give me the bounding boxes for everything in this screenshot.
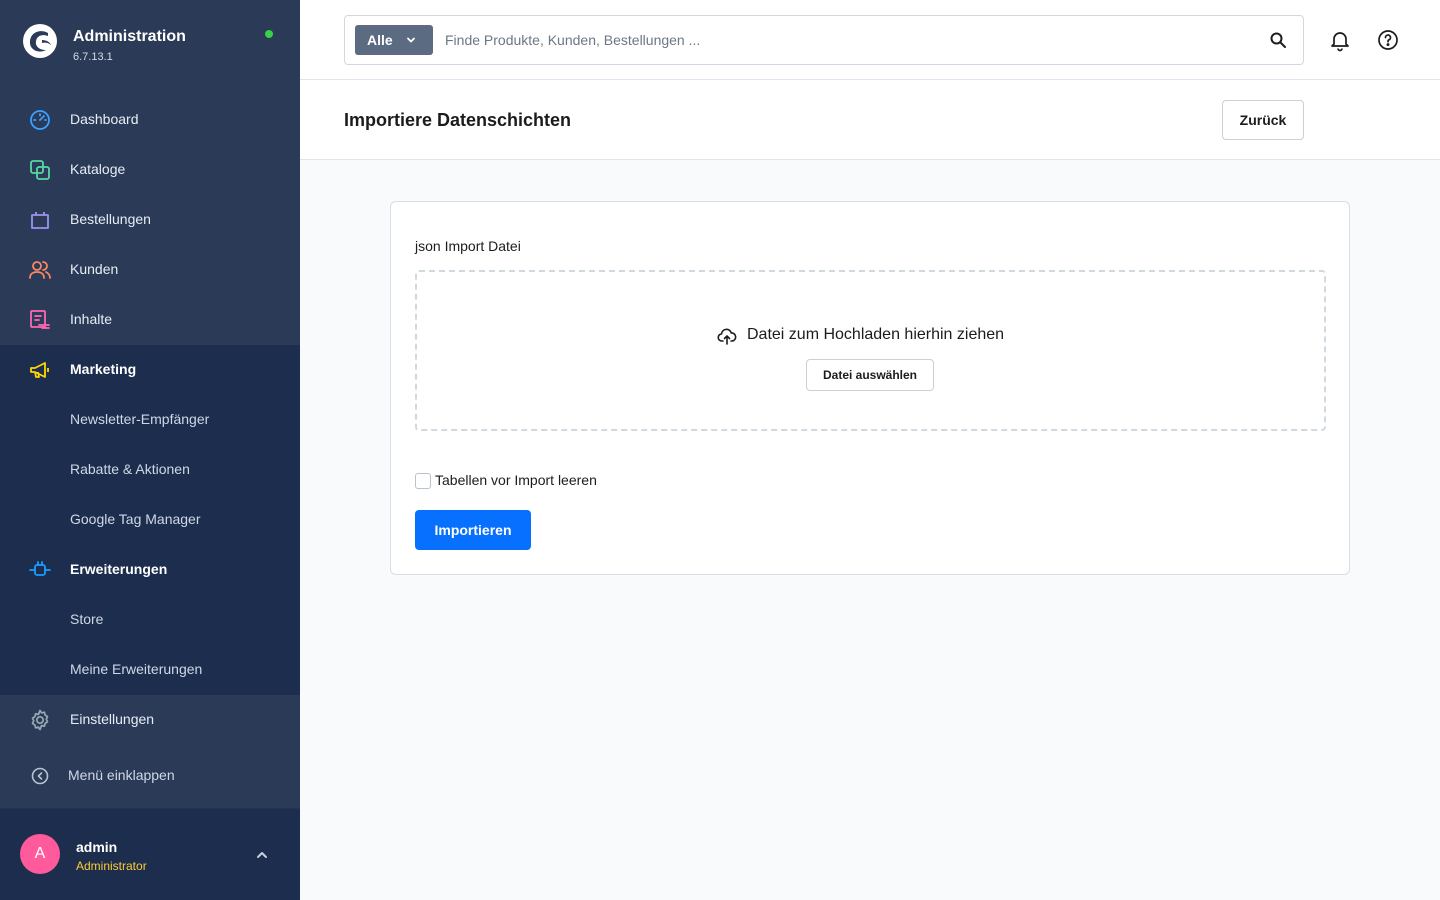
sidebar-item-content[interactable]: Inhalte <box>0 295 300 345</box>
import-card: json Import Datei Datei zum Hochladen hi… <box>390 201 1350 575</box>
content-icon <box>30 310 50 329</box>
page-title: Importiere Datenschichten <box>344 110 572 130</box>
sidebar-item-label: Marketing <box>70 361 137 377</box>
catalog-icon <box>30 160 50 180</box>
chevron-left-circle-icon <box>31 767 49 785</box>
search-icon[interactable] <box>1269 31 1287 49</box>
search-input[interactable] <box>445 28 1245 52</box>
sidebar-subitem-store[interactable]: Store <box>0 595 300 645</box>
sidebar-item-settings[interactable]: Einstellungen <box>0 695 300 745</box>
sidebar-item-catalogs[interactable]: Kataloge <box>0 145 300 195</box>
truncate-tables-label[interactable]: Tabellen vor Import leeren <box>435 472 597 488</box>
gear-icon <box>31 709 49 731</box>
dropzone-text: Datei zum Hochladen hierhin ziehen <box>747 326 1005 343</box>
sidebar: Administration 6.7.13.1 Dashboard Katalo… <box>0 0 300 900</box>
sidebar-item-dashboard[interactable]: Dashboard <box>0 95 300 145</box>
cloud-upload-icon <box>717 328 737 345</box>
sidebar-item-label: Store <box>70 611 104 627</box>
help-icon[interactable] <box>1376 28 1400 52</box>
user-menu[interactable]: A admin Administrator <box>0 809 300 900</box>
page-header: Importiere Datenschichten Zurück <box>300 80 1440 160</box>
sidebar-item-label: Rabatte & Aktionen <box>70 461 190 477</box>
app-version: 6.7.13.1 <box>73 51 113 63</box>
sidebar-subitem-my-extensions[interactable]: Meine Erweiterungen <box>0 645 300 695</box>
back-button[interactable]: Zurück <box>1222 100 1304 140</box>
sidebar-item-extensions[interactable]: Erweiterungen <box>0 545 300 595</box>
user-name: admin <box>76 839 118 855</box>
user-role: Administrator <box>76 859 147 873</box>
file-field-label: json Import Datei <box>415 238 521 254</box>
choose-file-button[interactable]: Datei auswählen <box>806 359 934 391</box>
sidebar-item-label: Dashboard <box>70 111 139 127</box>
online-status-dot <box>265 30 273 38</box>
bell-icon[interactable] <box>1328 28 1352 52</box>
search-type-label: Alle <box>367 32 393 48</box>
truncate-tables-checkbox[interactable] <box>415 473 431 489</box>
collapse-menu-button[interactable]: Menü einklappen <box>0 751 300 801</box>
chevron-down-icon <box>407 37 415 43</box>
sidebar-item-label: Google Tag Manager <box>70 511 201 527</box>
sidebar-subitem-promotions[interactable]: Rabatte & Aktionen <box>0 445 300 495</box>
sidebar-item-label: Kunden <box>70 261 119 277</box>
sidebar-item-label: Inhalte <box>70 311 113 327</box>
shopware-logo-icon[interactable] <box>22 23 58 59</box>
global-search: Alle <box>344 15 1304 65</box>
sidebar-subitem-google-tag-manager[interactable]: Google Tag Manager <box>0 495 300 545</box>
sidebar-subitem-newsletter[interactable]: Newsletter-Empfänger <box>0 395 300 445</box>
collapse-menu-label: Menü einklappen <box>68 767 175 783</box>
sidebar-item-label: Erweiterungen <box>70 561 168 577</box>
sidebar-item-customers[interactable]: Kunden <box>0 245 300 295</box>
top-bar: Alle <box>300 0 1440 80</box>
megaphone-icon <box>30 362 49 378</box>
customers-icon <box>29 261 51 279</box>
sidebar-header: Administration 6.7.13.1 <box>0 0 300 95</box>
import-button[interactable]: Importieren <box>415 510 531 550</box>
sidebar-item-label: Meine Erweiterungen <box>70 661 203 677</box>
search-type-dropdown[interactable]: Alle <box>355 25 433 55</box>
sidebar-item-label: Kataloge <box>70 161 126 177</box>
file-dropzone[interactable]: Datei zum Hochladen hierhin ziehen Datei… <box>415 270 1326 431</box>
sidebar-item-marketing[interactable]: Marketing <box>0 345 300 395</box>
sidebar-item-label: Bestellungen <box>70 211 151 227</box>
chevron-up-icon[interactable] <box>254 847 270 863</box>
orders-bag-icon <box>31 212 49 229</box>
extensions-plug-icon <box>29 561 51 576</box>
sidebar-item-orders[interactable]: Bestellungen <box>0 195 300 245</box>
sidebar-item-label: Newsletter-Empfänger <box>70 411 210 427</box>
dashboard-icon <box>30 110 50 130</box>
avatar[interactable]: A <box>20 834 60 874</box>
app-title: Administration <box>73 28 186 45</box>
sidebar-item-label: Einstellungen <box>70 711 155 727</box>
